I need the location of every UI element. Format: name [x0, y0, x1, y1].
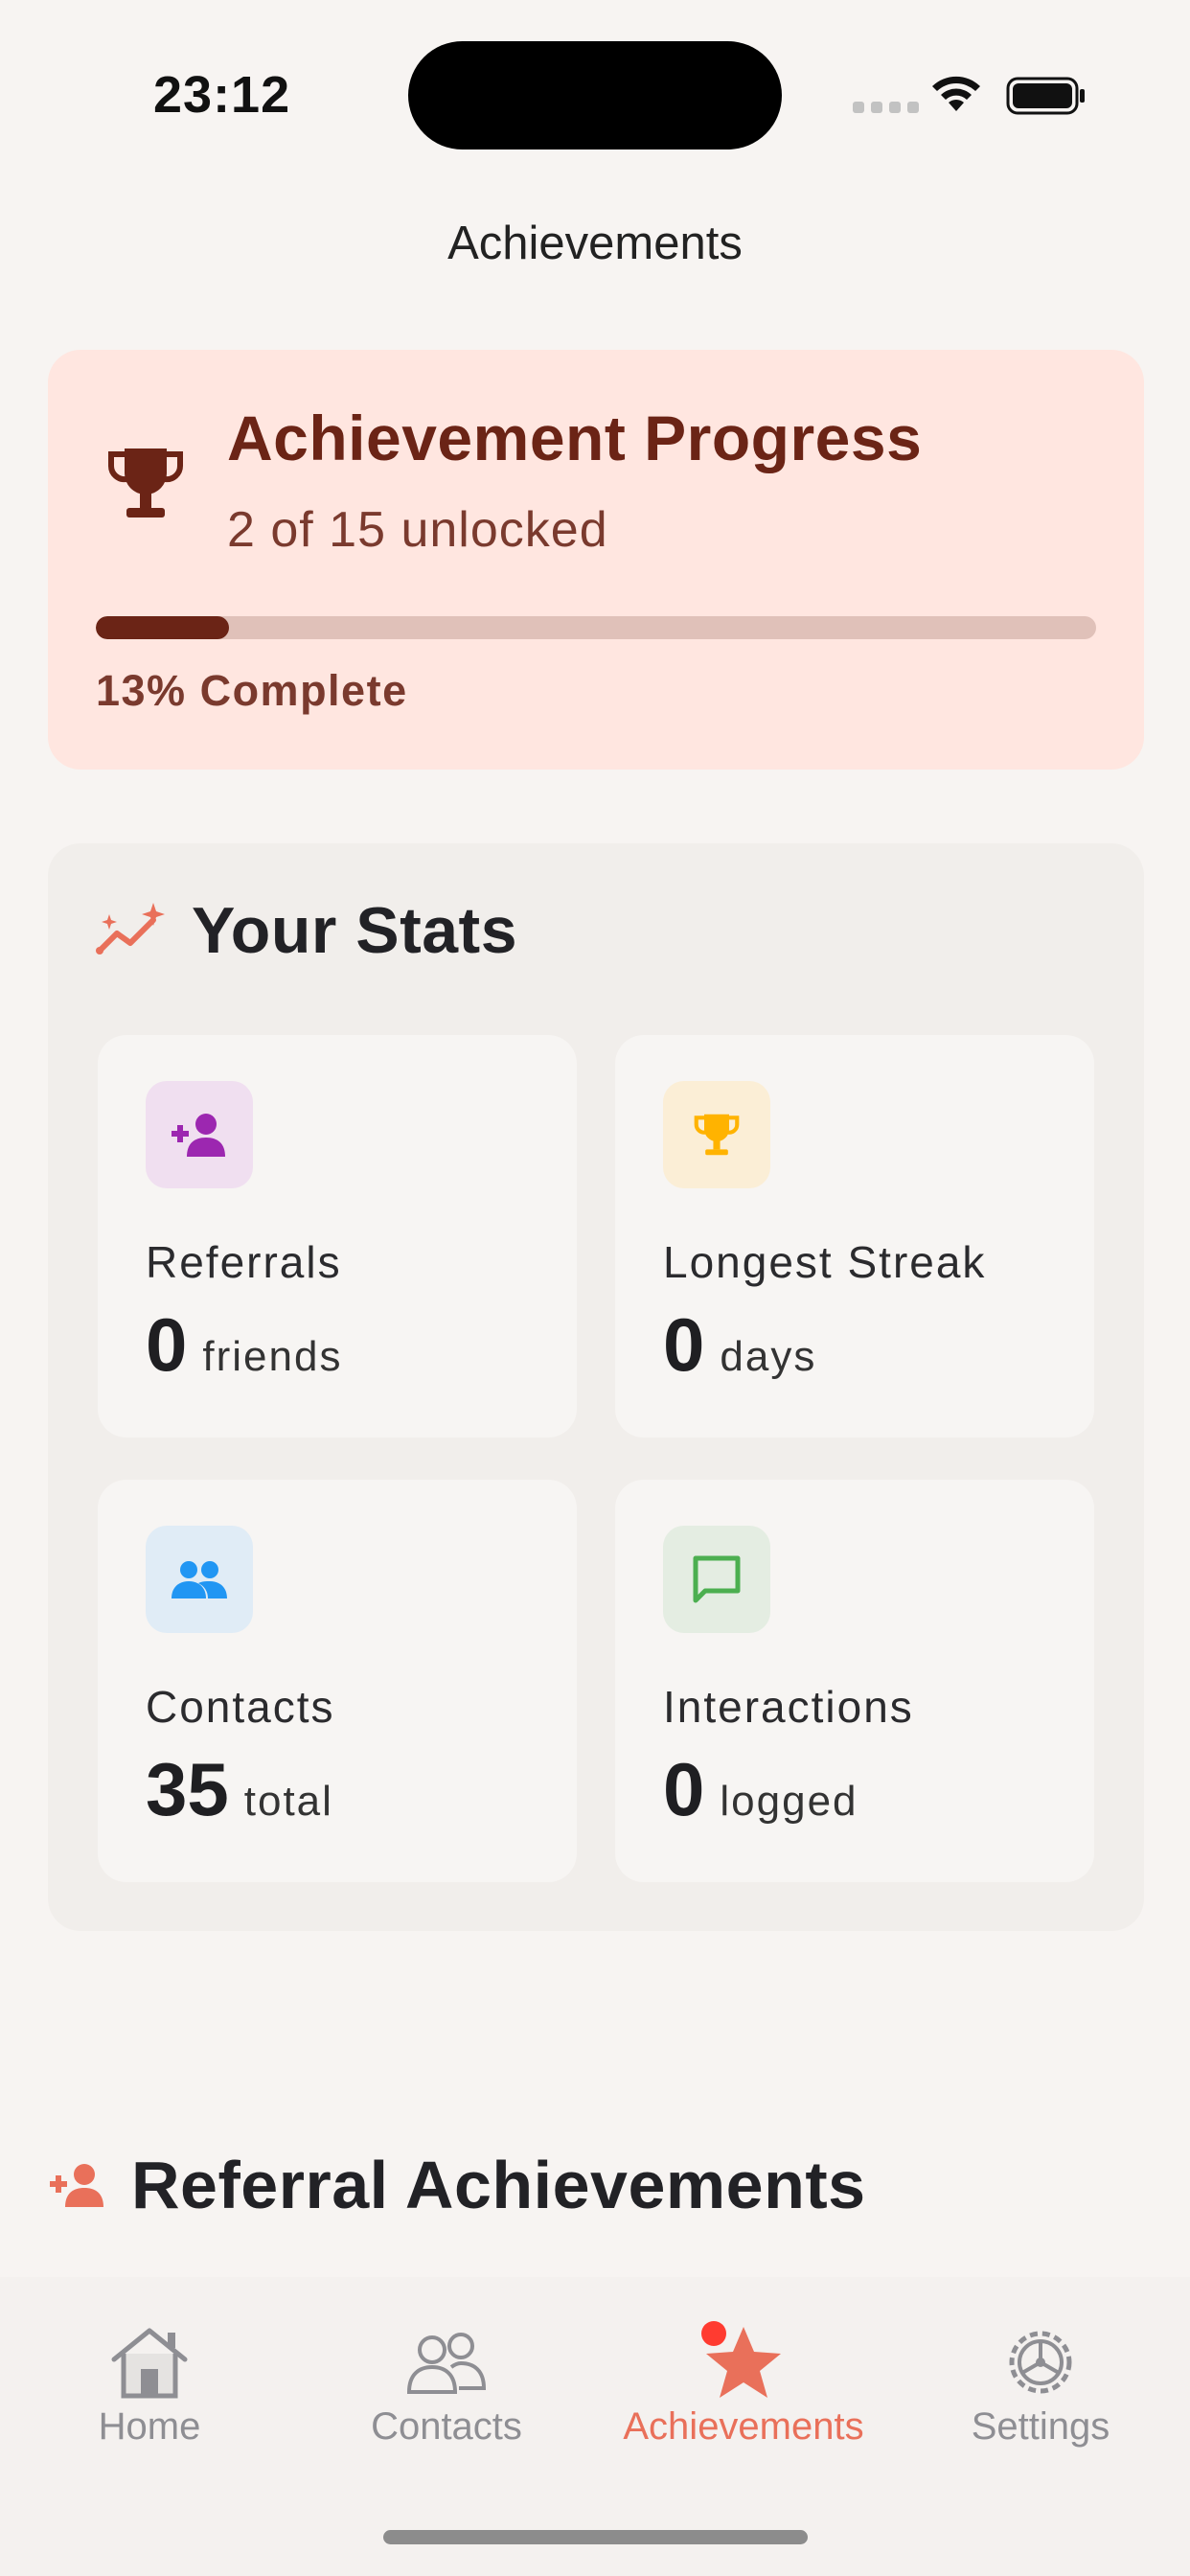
- status-time: 23:12: [153, 66, 291, 124]
- people-icon: [406, 2333, 487, 2394]
- tab-settings[interactable]: Settings: [916, 2325, 1165, 2449]
- stat-card-contacts: Contacts 35 total: [98, 1480, 577, 1882]
- stats-title: Your Stats: [192, 894, 518, 967]
- stat-label: Referrals: [146, 1237, 342, 1287]
- house-icon: [111, 2328, 188, 2399]
- stat-value: 0: [663, 1302, 705, 1387]
- stat-icon-box: [146, 1081, 253, 1188]
- progress-title: Achievement Progress: [227, 402, 923, 473]
- stat-unit: total: [243, 1778, 333, 1825]
- tab-label: Contacts: [371, 2405, 522, 2448]
- tab-label: Achievements: [623, 2405, 864, 2448]
- tab-label: Settings: [971, 2405, 1110, 2448]
- stat-value: 0: [146, 1302, 188, 1387]
- page-title: Achievements: [447, 218, 743, 269]
- tab-home[interactable]: Home: [25, 2325, 274, 2449]
- stat-icon-box: [146, 1526, 253, 1633]
- stat-icon-box: [663, 1081, 770, 1188]
- achievements-screen: 23:12 Achievements Achievement Progress …: [0, 0, 1190, 2576]
- stat-value: 35: [146, 1747, 229, 1831]
- add-person-icon: [50, 2164, 103, 2207]
- stat-card-longest-streak: Longest Streak 0 days: [615, 1035, 1094, 1438]
- trophy-icon: [694, 1114, 740, 1156]
- stat-icon-box: [663, 1526, 770, 1633]
- chat-bubble-icon: [693, 1555, 741, 1603]
- stats-panel: Your Stats Referrals 0 friends Longest S…: [48, 843, 1144, 1931]
- stat-unit: days: [720, 1333, 817, 1380]
- add-person-icon: [172, 1114, 225, 1157]
- achievement-progress-card: Achievement Progress 2 of 15 unlocked 13…: [48, 350, 1144, 770]
- stat-label: Interactions: [663, 1682, 914, 1732]
- referral-achievements-heading: Referral Achievements: [131, 2148, 866, 2222]
- people-icon: [172, 1561, 227, 1598]
- stat-unit: friends: [202, 1333, 343, 1380]
- unlocked-count: 2 of 15 unlocked: [227, 502, 608, 558]
- stat-card-interactions: Interactions 0 logged: [615, 1480, 1094, 1882]
- progress-bar: [96, 616, 1096, 639]
- dynamic-island: [408, 41, 782, 150]
- tab-label: Home: [98, 2405, 201, 2448]
- home-indicator: [383, 2530, 808, 2544]
- stat-card-referrals: Referrals 0 friends: [98, 1035, 577, 1438]
- wifi-icon: [932, 76, 980, 111]
- stat-label: Longest Streak: [663, 1237, 987, 1287]
- tab-contacts[interactable]: Contacts: [322, 2325, 571, 2449]
- progress-bar-fill: [96, 616, 229, 639]
- gear-icon: [1009, 2331, 1072, 2394]
- percent-complete: 13% Complete: [96, 666, 408, 715]
- battery-icon: [1006, 77, 1085, 115]
- stat-unit: logged: [720, 1778, 858, 1825]
- trophy-icon: [107, 448, 184, 518]
- notification-badge: [701, 2321, 726, 2346]
- stat-value: 0: [663, 1747, 705, 1831]
- sparkle-chart-icon: [96, 903, 165, 954]
- stat-label: Contacts: [146, 1682, 335, 1732]
- tab-achievements[interactable]: Achievements: [619, 2321, 868, 2449]
- cellular-signal-icon: [853, 102, 919, 113]
